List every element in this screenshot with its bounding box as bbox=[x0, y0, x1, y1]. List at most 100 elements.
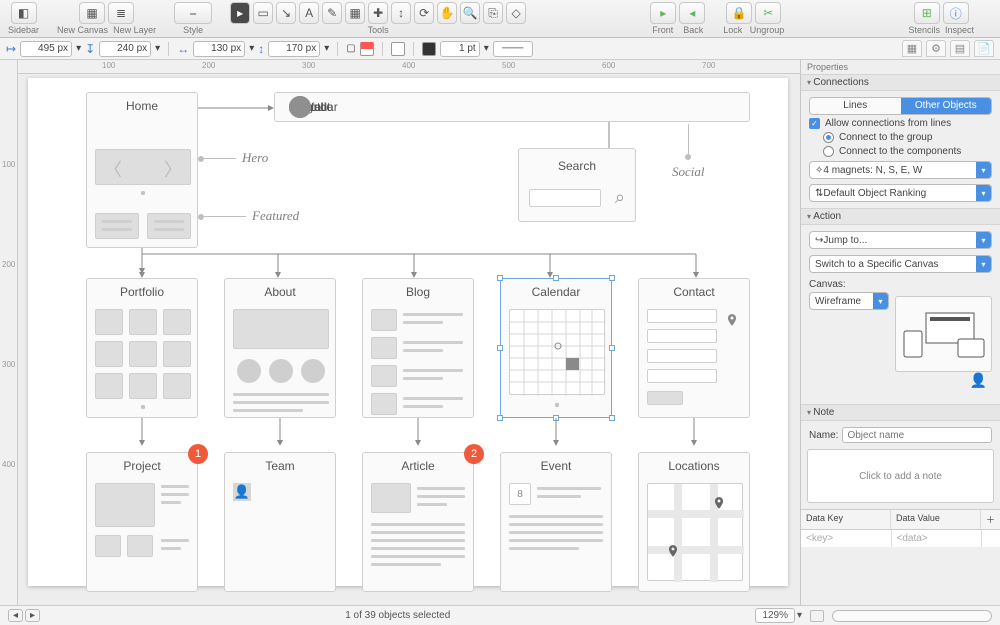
about-card[interactable]: About bbox=[224, 278, 336, 418]
tool-move[interactable]: ↕ bbox=[391, 2, 411, 24]
object-name-input[interactable] bbox=[842, 427, 992, 443]
page-nav-prev[interactable]: ◂ bbox=[8, 609, 23, 622]
y-field[interactable]: 240 px bbox=[99, 41, 151, 57]
style-button[interactable]: ⎯ bbox=[174, 2, 212, 24]
back-button[interactable]: ◂ bbox=[679, 2, 705, 24]
connections-seg[interactable]: Lines Other Objects bbox=[809, 97, 992, 115]
new-layer-button[interactable]: ≣ bbox=[108, 2, 134, 24]
tool-text[interactable]: A bbox=[299, 2, 319, 24]
width-icon: ↔ bbox=[177, 42, 189, 56]
home-card[interactable]: Home 〈 〉 bbox=[86, 92, 198, 248]
nav-bar[interactable]: Portfolio About Blog Calendar Contact Se… bbox=[274, 92, 750, 122]
stroke-weight[interactable]: 1 pt bbox=[440, 41, 480, 57]
canvas-dropdown[interactable]: Wireframe▾ bbox=[809, 292, 889, 310]
search-input[interactable] bbox=[529, 189, 601, 207]
add-kv-button[interactable]: ＋ bbox=[981, 510, 1000, 529]
tool-hand[interactable]: ✋ bbox=[437, 2, 457, 24]
sidebar-toggle[interactable]: ◧ bbox=[11, 2, 37, 24]
connect-group-radio[interactable] bbox=[823, 132, 834, 143]
selection-status: 1 of 39 objects selected bbox=[345, 610, 450, 621]
stroke-style[interactable]: ─── bbox=[493, 41, 533, 57]
insp-tab-4[interactable]: 📄 bbox=[974, 40, 994, 57]
badge-2: 2 bbox=[464, 444, 484, 464]
fill-color[interactable] bbox=[391, 42, 405, 56]
h-field[interactable]: 170 px bbox=[268, 41, 320, 57]
inspector-panel: Properties Connections Lines Other Objec… bbox=[800, 60, 1000, 605]
tool-group[interactable]: ▦ bbox=[345, 2, 365, 24]
connections-section-title[interactable]: Connections bbox=[801, 74, 1000, 91]
tool-rect[interactable]: ▭ bbox=[253, 2, 273, 24]
tool-pen[interactable]: ✎ bbox=[322, 2, 342, 24]
project-card[interactable]: Project bbox=[86, 452, 198, 592]
ranking-dropdown[interactable]: ⇅ Default Object Ranking▾ bbox=[809, 184, 992, 202]
inspect-button[interactable]: ⓘ bbox=[943, 2, 969, 24]
height-icon: ↕ bbox=[258, 42, 264, 56]
anno-social: Social bbox=[672, 164, 705, 180]
anno-featured: Featured bbox=[252, 208, 299, 224]
y-pos-icon: ↧ bbox=[85, 42, 95, 56]
paper: Home 〈 〉 Hero Featured bbox=[28, 78, 788, 586]
event-card[interactable]: Event 8 bbox=[500, 452, 612, 592]
jump-dropdown[interactable]: ↪ Jump to...▾ bbox=[809, 231, 992, 249]
stroke-color[interactable] bbox=[422, 42, 436, 56]
contact-card[interactable]: Contact bbox=[638, 278, 750, 418]
lock-button[interactable]: 🔒 bbox=[726, 2, 752, 24]
zoom-level[interactable]: 129% bbox=[755, 608, 795, 623]
tool-misc[interactable]: ◇ bbox=[506, 2, 526, 24]
stencils-button[interactable]: ⊞ bbox=[914, 2, 940, 24]
data-key-input[interactable]: <key> bbox=[801, 530, 892, 547]
magnets-dropdown[interactable]: ✧ 4 magnets: N, S, E, W▾ bbox=[809, 161, 992, 179]
front-button[interactable]: ▸ bbox=[650, 2, 676, 24]
locations-card[interactable]: Locations bbox=[638, 452, 750, 592]
search-card[interactable]: Search ⌕ bbox=[518, 148, 636, 222]
action-section-title[interactable]: Action bbox=[801, 208, 1000, 225]
search-icon[interactable]: ⌕ bbox=[615, 187, 625, 208]
insp-tab-2[interactable]: ⚙ bbox=[926, 40, 946, 57]
tool-line[interactable]: ↘ bbox=[276, 2, 296, 24]
sidebar-label: Sidebar bbox=[8, 25, 39, 35]
note-section-title[interactable]: Note bbox=[801, 404, 1000, 421]
zoom-stepper[interactable]: ▾ bbox=[797, 610, 802, 621]
insp-tab-3[interactable]: ▤ bbox=[950, 40, 970, 57]
canvas[interactable]: Home 〈 〉 Hero Featured bbox=[18, 74, 800, 605]
calendar-card[interactable]: Calendar bbox=[500, 278, 612, 418]
connect-components-radio[interactable] bbox=[823, 146, 834, 157]
x-pos-icon: ↦ bbox=[6, 42, 16, 56]
top-toolbar: ◧ Sidebar ▦ ≣ New Canvas New Layer ⎯ Sty… bbox=[0, 0, 1000, 38]
tool-rotate[interactable]: ⟳ bbox=[414, 2, 434, 24]
horizontal-scrollbar[interactable] bbox=[832, 610, 992, 622]
shadow-color[interactable] bbox=[360, 42, 374, 56]
color-swatch[interactable] bbox=[810, 610, 824, 622]
note-box[interactable]: Click to add a note bbox=[807, 449, 994, 503]
search-title: Search bbox=[519, 159, 635, 173]
new-canvas-button[interactable]: ▦ bbox=[79, 2, 105, 24]
switch-dropdown[interactable]: Switch to a Specific Canvas▾ bbox=[809, 255, 992, 273]
tool-pointer[interactable]: ▸ bbox=[230, 2, 250, 24]
allow-connections-checkbox[interactable]: ✓ bbox=[809, 118, 820, 129]
blog-card[interactable]: Blog bbox=[362, 278, 474, 418]
tool-crop[interactable]: ✚ bbox=[368, 2, 388, 24]
home-title: Home bbox=[87, 99, 197, 113]
team-card[interactable]: Team 👤👤👤👤 👤👤👤👤 👤👤👤👤 bbox=[224, 452, 336, 592]
status-bar: ◂ ▸ 1 of 39 objects selected 129% ▾ bbox=[0, 605, 1000, 625]
insp-tab-1[interactable]: ▦ bbox=[902, 40, 922, 57]
ungroup-button[interactable]: ✂ bbox=[755, 2, 781, 24]
page-nav-next[interactable]: ▸ bbox=[25, 609, 40, 622]
canvas-preview: 👤 bbox=[895, 296, 992, 372]
shadow-icon[interactable]: ▢ bbox=[346, 43, 355, 54]
ruler-vertical: 100 200 300 400 bbox=[0, 60, 18, 605]
article-card[interactable]: Article bbox=[362, 452, 474, 592]
person-icon: 👤 bbox=[970, 372, 987, 389]
w-field[interactable]: 130 px bbox=[193, 41, 245, 57]
x-field[interactable]: 495 px bbox=[20, 41, 72, 57]
anno-hero: Hero bbox=[242, 150, 268, 166]
tool-stamp[interactable]: ⎘ bbox=[483, 2, 503, 24]
badge-1: 1 bbox=[188, 444, 208, 464]
tool-zoom[interactable]: 🔍 bbox=[460, 2, 480, 24]
geometry-bar: ↦ 495 px▾ ↧ 240 px▾ ↔ 130 px▾ ↕ 170 px▾ … bbox=[0, 38, 1000, 60]
social-circle-icon bbox=[289, 96, 311, 118]
ruler-horizontal: 100 200 300 400 500 600 700 bbox=[18, 60, 800, 74]
inspector-header: Properties bbox=[801, 60, 1000, 74]
portfolio-card[interactable]: Portfolio bbox=[86, 278, 198, 418]
data-value-input[interactable]: <data> bbox=[892, 530, 983, 547]
